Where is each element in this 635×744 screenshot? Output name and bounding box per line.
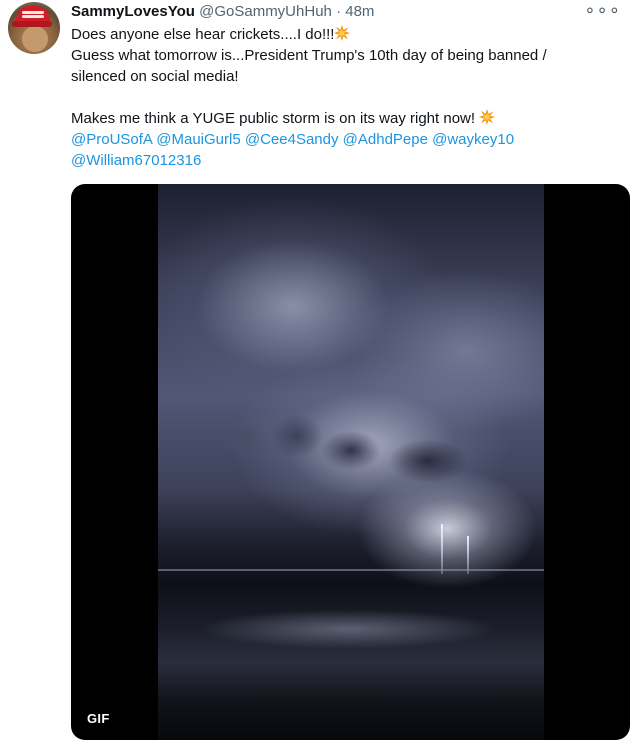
mention-link[interactable]: @MauiGurl5 (156, 131, 240, 148)
mention-link[interactable]: @AdhdPepe (343, 131, 428, 148)
mention-link[interactable]: @waykey10 (432, 131, 514, 148)
separator-dot: · (336, 3, 342, 20)
gif-badge: GIF (87, 711, 110, 726)
tweet-line-text: Makes me think a YUGE public storm is on… (71, 110, 476, 127)
tweet[interactable]: SammyLovesYou @GoSammyUhHuh · 48m ∘∘∘ Do… (0, 0, 635, 744)
tweet-line: Makes me think a YUGE public storm is on… (71, 108, 623, 129)
red-hat-brim (12, 21, 52, 27)
mention-link[interactable]: @William67012316 (71, 152, 201, 169)
horizon-line (158, 569, 544, 571)
display-name[interactable]: SammyLovesYou (71, 3, 195, 20)
tweet-text: Does anyone else hear crickets....I do!!… (71, 24, 623, 171)
collision-emoji-icon (334, 25, 351, 41)
storm-clouds (158, 412, 544, 482)
tweet-line: Guess what tomorrow is...President Trump… (71, 47, 547, 64)
mention-link[interactable]: @Cee4Sandy (245, 131, 339, 148)
squirrel-face (22, 26, 48, 52)
mentions-line: @ProUSofA @MauiGurl5 @Cee4Sandy @AdhdPep… (71, 129, 623, 150)
timestamp[interactable]: 48m (345, 3, 374, 20)
user-handle[interactable]: @GoSammyUhHuh (199, 3, 332, 20)
gif-media[interactable]: GIF (71, 184, 630, 740)
hat-text-mark (22, 11, 44, 14)
lightning-bolt (441, 524, 443, 574)
mentions-line: @William67012316 (71, 150, 623, 171)
tweet-line-text: Does anyone else hear crickets....I do!!… (71, 26, 335, 43)
collision-emoji-icon (479, 109, 496, 125)
lightning-storm-image (158, 184, 544, 740)
mention-link[interactable]: @ProUSofA (71, 131, 152, 148)
tweet-header: SammyLovesYou @GoSammyUhHuh · 48m (71, 2, 374, 22)
water-reflection (198, 609, 498, 649)
tweet-line: Does anyone else hear crickets....I do!!… (71, 24, 623, 45)
more-options-icon[interactable]: ∘∘∘ (584, 1, 621, 19)
avatar[interactable] (8, 2, 60, 54)
tweet-line: silenced on social media! (71, 68, 239, 85)
